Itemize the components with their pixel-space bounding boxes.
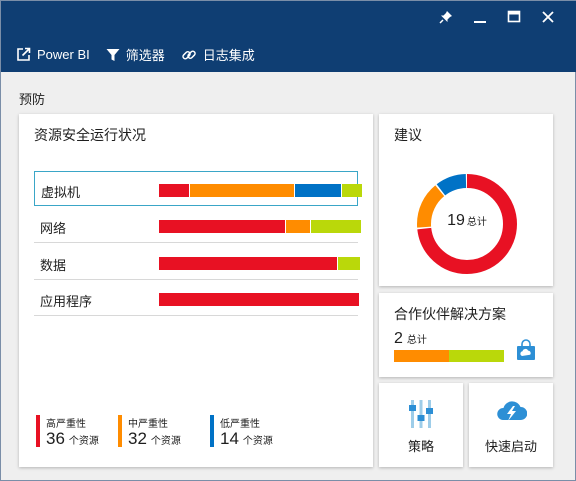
sliders-icon xyxy=(379,399,463,429)
resource-row-label: 应用程序 xyxy=(40,294,93,309)
resource-row-label: 虚拟机 xyxy=(41,185,81,200)
external-link-icon xyxy=(16,47,31,62)
severity-bar xyxy=(159,220,362,233)
legend-count: 14 个资源 xyxy=(220,429,273,448)
partner-solutions-title: 合作伙伴解决方案 xyxy=(394,306,506,322)
severity-bar xyxy=(159,293,360,306)
minimize-icon[interactable] xyxy=(463,6,497,28)
window-controls xyxy=(429,6,565,28)
partner-count: 2 总计 xyxy=(394,330,427,347)
quickstart-label: 快速启动 xyxy=(484,439,537,454)
recommendations-tile[interactable]: 建议 19 总计 xyxy=(379,114,553,286)
resource-row-data[interactable]: 数据 xyxy=(34,245,361,280)
recommendations-title: 建议 xyxy=(394,127,422,143)
resource-row-network[interactable]: 网络 xyxy=(34,208,361,243)
maximize-icon[interactable] xyxy=(497,6,531,28)
resource-row-label: 数据 xyxy=(40,258,67,273)
legend-name: 中严重性 xyxy=(128,419,168,430)
legend-name: 低严重性 xyxy=(220,419,260,430)
filter-button[interactable]: 筛选器 xyxy=(106,45,165,64)
resource-row-vm[interactable]: 虚拟机 xyxy=(34,171,362,206)
pin-icon[interactable] xyxy=(429,6,463,28)
resource-health-tile[interactable]: 资源安全运行状况 虚拟机 网络 数据 应用程序 高严重性 36 个资源 中严重性… xyxy=(19,114,373,467)
log-integration-label: 日志集成 xyxy=(202,48,255,63)
link-icon xyxy=(181,47,197,63)
bar-segment-high xyxy=(159,220,285,233)
section-title: 预防 xyxy=(19,92,46,107)
power-bi-button[interactable]: Power BI xyxy=(16,47,90,62)
legend-count: 32 个资源 xyxy=(128,429,181,448)
resource-row-applications[interactable]: 应用程序 xyxy=(34,281,360,316)
shopping-bag-icon xyxy=(516,339,536,366)
legend-stripe xyxy=(36,415,40,447)
policy-label: 策略 xyxy=(407,439,434,454)
partner-solutions-tile[interactable]: 合作伙伴解决方案 2 总计 xyxy=(379,293,553,377)
legend-stripe xyxy=(210,415,214,447)
bar-segment-high xyxy=(159,293,359,306)
legend-count: 36 个资源 xyxy=(46,429,99,448)
filter-label: 筛选器 xyxy=(125,48,165,63)
legend-name: 高严重性 xyxy=(46,419,86,430)
close-icon[interactable] xyxy=(531,6,565,28)
blade-header: Power BI 筛选器 日志集成 xyxy=(1,1,576,72)
bar-segment-informational xyxy=(311,220,361,233)
bar-segment-medium xyxy=(286,220,310,233)
severity-bar xyxy=(159,257,361,270)
bar-segment-informational xyxy=(342,184,362,197)
bar-segment-medium xyxy=(190,184,294,197)
bar-segment-informational xyxy=(449,350,504,362)
bar-segment-medium xyxy=(394,350,449,362)
command-bar: Power BI 筛选器 日志集成 xyxy=(16,45,271,64)
recommendations-total: 19 总计 xyxy=(447,212,487,229)
security-center-blade: Power BI 筛选器 日志集成 预防 资源安全运行状况 虚拟机 网络 数据 … xyxy=(0,0,576,481)
log-integration-button[interactable]: 日志集成 xyxy=(181,45,255,64)
quickstart-tile[interactable]: 快速启动 xyxy=(469,383,553,467)
legend-stripe xyxy=(118,415,122,447)
bar-segment-high xyxy=(159,257,337,270)
bar-segment-low xyxy=(295,184,341,197)
partner-status-bar xyxy=(394,350,504,362)
cloud-lightning-icon xyxy=(469,399,553,425)
power-bi-label: Power BI xyxy=(37,47,90,62)
bar-segment-high xyxy=(159,184,189,197)
severity-bar xyxy=(159,184,363,197)
resource-row-label: 网络 xyxy=(40,221,67,236)
resource-health-title: 资源安全运行状况 xyxy=(34,127,146,143)
filter-icon xyxy=(106,48,120,62)
bar-segment-informational xyxy=(338,257,360,270)
policy-tile[interactable]: 策略 xyxy=(379,383,463,467)
